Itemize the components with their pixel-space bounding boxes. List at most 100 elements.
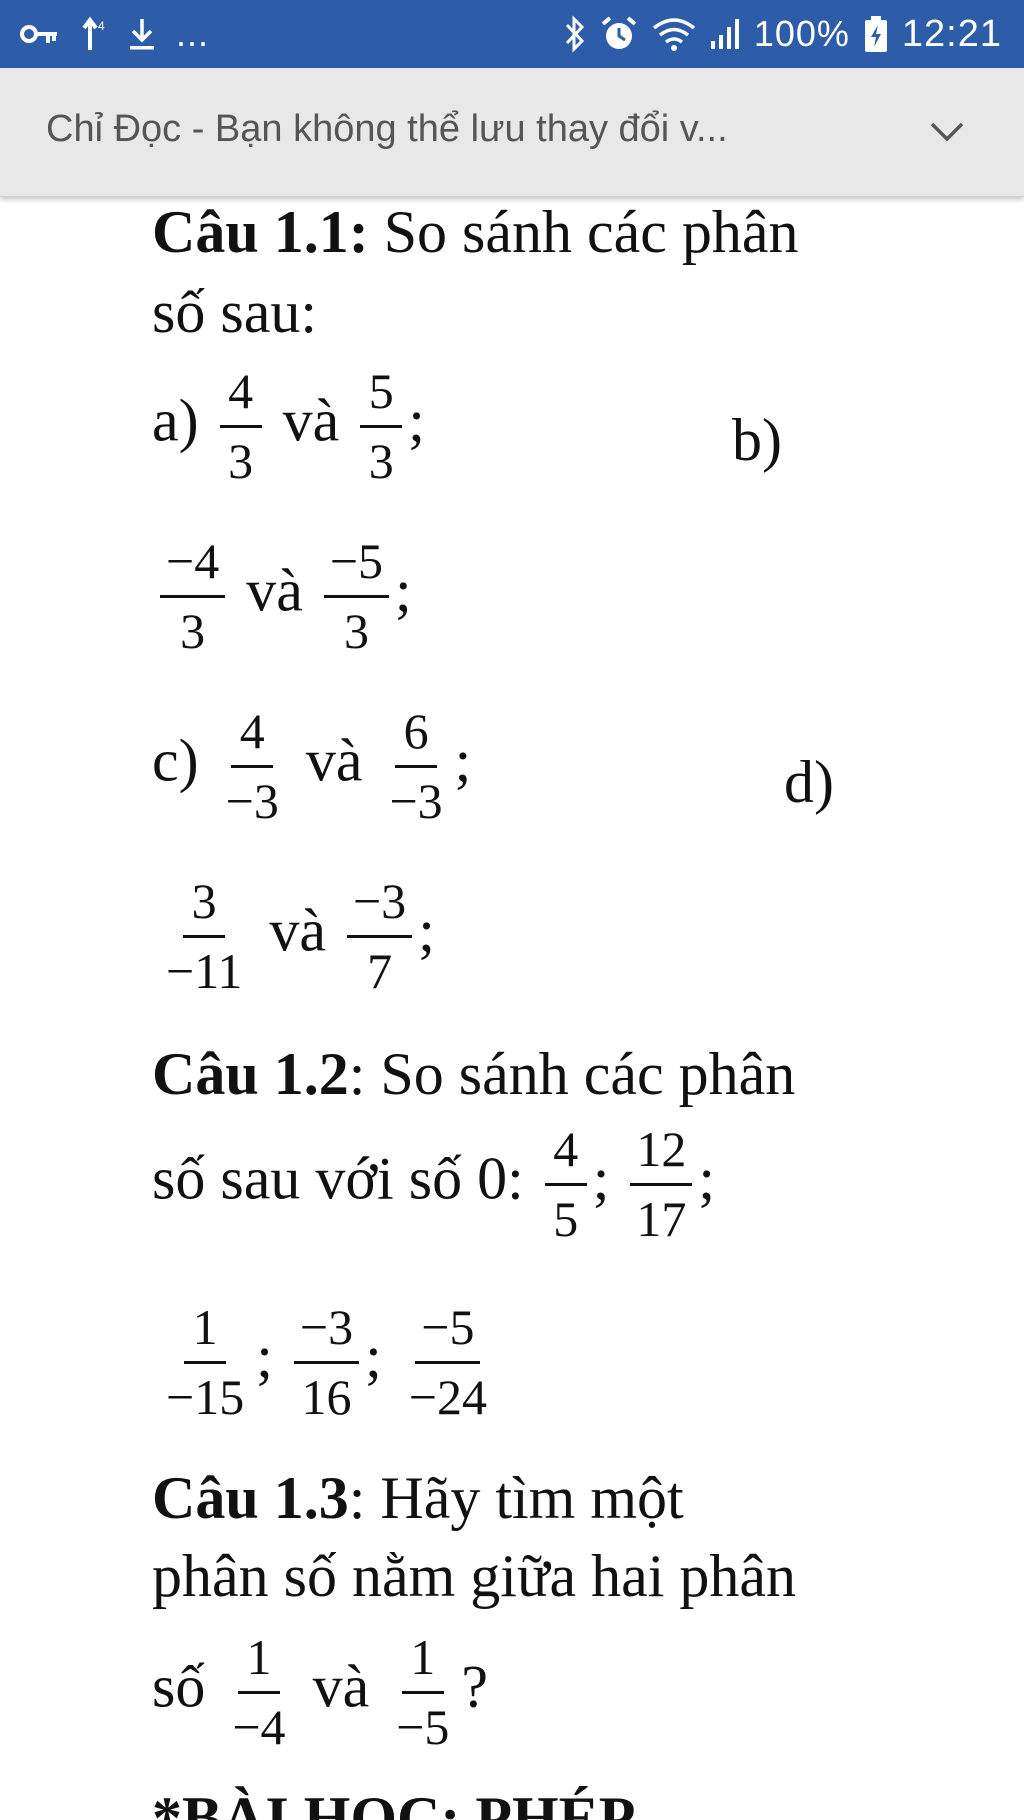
semicolon: ; bbox=[408, 387, 425, 454]
and-word: và bbox=[312, 1653, 370, 1720]
numerator: 4 bbox=[544, 1122, 587, 1186]
fraction: 1 −4 bbox=[226, 1630, 291, 1755]
fraction: 6 −3 bbox=[383, 704, 448, 829]
denominator: 3 bbox=[180, 603, 206, 659]
semicolon: ; bbox=[454, 727, 472, 794]
denominator: 3 bbox=[343, 603, 369, 659]
item-b: −4 3 và −5 3; bbox=[154, 534, 412, 659]
question-text: : So sánh các phân bbox=[348, 1041, 796, 1107]
question-1-1-text-cont: số sau: bbox=[152, 279, 317, 345]
item-label: c) bbox=[152, 727, 199, 794]
and-word: và bbox=[305, 727, 363, 794]
fraction: 43 bbox=[219, 364, 262, 489]
question-mark: ? bbox=[461, 1653, 489, 1720]
denominator: 3 bbox=[368, 433, 394, 489]
numerator: −5 bbox=[415, 1300, 481, 1364]
fraction: −4 3 bbox=[160, 534, 226, 659]
question-1-3-heading: Câu 1.3: Hãy tìm một bbox=[152, 1468, 684, 1528]
semicolon: ; bbox=[418, 897, 435, 964]
read-only-message: Chỉ Đọc - Bạn không thể lưu thay đổi v..… bbox=[46, 108, 728, 150]
numerator: 4 bbox=[231, 704, 274, 768]
svg-text:4: 4 bbox=[98, 19, 105, 33]
denominator: 16 bbox=[301, 1369, 352, 1425]
question-label: Câu 1.1: bbox=[152, 199, 369, 265]
denominator: 5 bbox=[553, 1191, 579, 1247]
numerator: −3 bbox=[346, 874, 413, 938]
and-word: và bbox=[246, 557, 303, 624]
wifi-icon bbox=[652, 16, 696, 52]
read-only-banner[interactable]: Chỉ Đọc - Bạn không thể lưu thay đổi v..… bbox=[0, 68, 1024, 197]
document-body[interactable]: Câu 1.1: So sánh các phân số sau: a) 43 … bbox=[0, 196, 1024, 1820]
question-1-3-fractions: số 1 −4 và 1 −5? bbox=[152, 1630, 488, 1755]
question-1-2-fractions-row1: số sau với số 0: 4 5; 12 17; bbox=[152, 1122, 715, 1247]
numerator: −3 bbox=[293, 1300, 360, 1364]
question-text: So sánh các phân bbox=[368, 199, 799, 265]
fraction: −5 −24 bbox=[403, 1300, 493, 1425]
status-bar-right: 100% 12:21 bbox=[564, 0, 1002, 68]
fraction: 12 17 bbox=[630, 1122, 693, 1247]
denominator: −11 bbox=[166, 943, 243, 999]
numerator: 12 bbox=[630, 1122, 693, 1186]
denominator: 7 bbox=[367, 943, 393, 999]
item-label: a) bbox=[152, 387, 199, 454]
data-arrows-icon: 4 bbox=[80, 16, 108, 52]
item-d-label: d) bbox=[784, 749, 834, 815]
numerator: −5 bbox=[323, 534, 390, 598]
section-heading-partial: *BÀI HỌC: PHÉP bbox=[152, 1785, 636, 1820]
semicolon: ; bbox=[256, 1323, 273, 1390]
fraction: −3 7 bbox=[346, 874, 413, 999]
denominator: −3 bbox=[389, 773, 443, 829]
numerator: −4 bbox=[160, 534, 226, 598]
semicolon: ; bbox=[395, 557, 412, 624]
clock: 12:21 bbox=[901, 12, 1002, 55]
denominator: 17 bbox=[636, 1191, 687, 1247]
question-1-1-heading: Câu 1.1: So sánh các phân bbox=[152, 202, 799, 262]
semicolon: ; bbox=[365, 1323, 382, 1390]
item-d: 3 −11 và −3 7; bbox=[154, 874, 435, 999]
item-c: c) 4 −3 và 6 −3; bbox=[152, 704, 471, 829]
question-text-cont: số bbox=[152, 1653, 206, 1720]
question-text-cont: số sau với số 0: bbox=[152, 1145, 524, 1212]
status-more: ... bbox=[176, 13, 210, 54]
and-word: và bbox=[282, 387, 340, 454]
numerator: 3 bbox=[183, 874, 226, 938]
status-bar: 4 ... 100% 12:21 bbox=[0, 0, 1024, 68]
question-label: Câu 1.3 bbox=[152, 1465, 349, 1531]
fraction: 1 −5 bbox=[390, 1630, 455, 1755]
key-icon bbox=[20, 22, 60, 46]
question-text: : Hãy tìm một bbox=[348, 1465, 684, 1531]
bluetooth-icon bbox=[564, 15, 586, 53]
semicolon: ; bbox=[698, 1145, 716, 1212]
fraction: 53 bbox=[360, 364, 403, 489]
numerator: 6 bbox=[395, 704, 438, 768]
fraction: 4 −3 bbox=[220, 704, 285, 829]
denominator: −24 bbox=[408, 1369, 487, 1425]
item-b-label: b) bbox=[732, 407, 782, 473]
numerator: 5 bbox=[360, 364, 403, 428]
question-1-2-heading: Câu 1.2: So sánh các phân bbox=[152, 1044, 795, 1104]
chevron-down-icon[interactable] bbox=[926, 114, 968, 150]
numerator: 1 bbox=[237, 1630, 280, 1694]
status-bar-left: 4 ... bbox=[20, 0, 209, 68]
denominator: −15 bbox=[166, 1369, 245, 1425]
denominator: −3 bbox=[225, 773, 279, 829]
battery-charging-icon bbox=[864, 15, 888, 53]
question-label: Câu 1.2 bbox=[152, 1041, 349, 1107]
fraction: 1 −15 bbox=[160, 1300, 250, 1425]
denominator: −5 bbox=[396, 1699, 450, 1755]
signal-icon bbox=[710, 17, 740, 51]
fraction: 3 −11 bbox=[160, 874, 248, 999]
item-a: a) 43 và 5 3; bbox=[152, 364, 425, 489]
fraction: −3 16 bbox=[293, 1300, 360, 1425]
denominator: −4 bbox=[232, 1699, 286, 1755]
semicolon: ; bbox=[592, 1145, 610, 1212]
numerator: 4 bbox=[219, 364, 262, 428]
fraction: −5 3 bbox=[323, 534, 390, 659]
question-1-2-fractions-row2: 1 −15; −3 16; −5 −24 bbox=[154, 1300, 499, 1425]
battery-percent: 100% bbox=[753, 13, 850, 54]
question-1-3-text-cont: phân số nằm giữa hai phân bbox=[152, 1543, 797, 1609]
alarm-icon bbox=[600, 15, 638, 53]
fraction: 45 bbox=[544, 1122, 587, 1247]
numerator: 1 bbox=[184, 1300, 227, 1364]
numerator: 1 bbox=[401, 1630, 444, 1694]
